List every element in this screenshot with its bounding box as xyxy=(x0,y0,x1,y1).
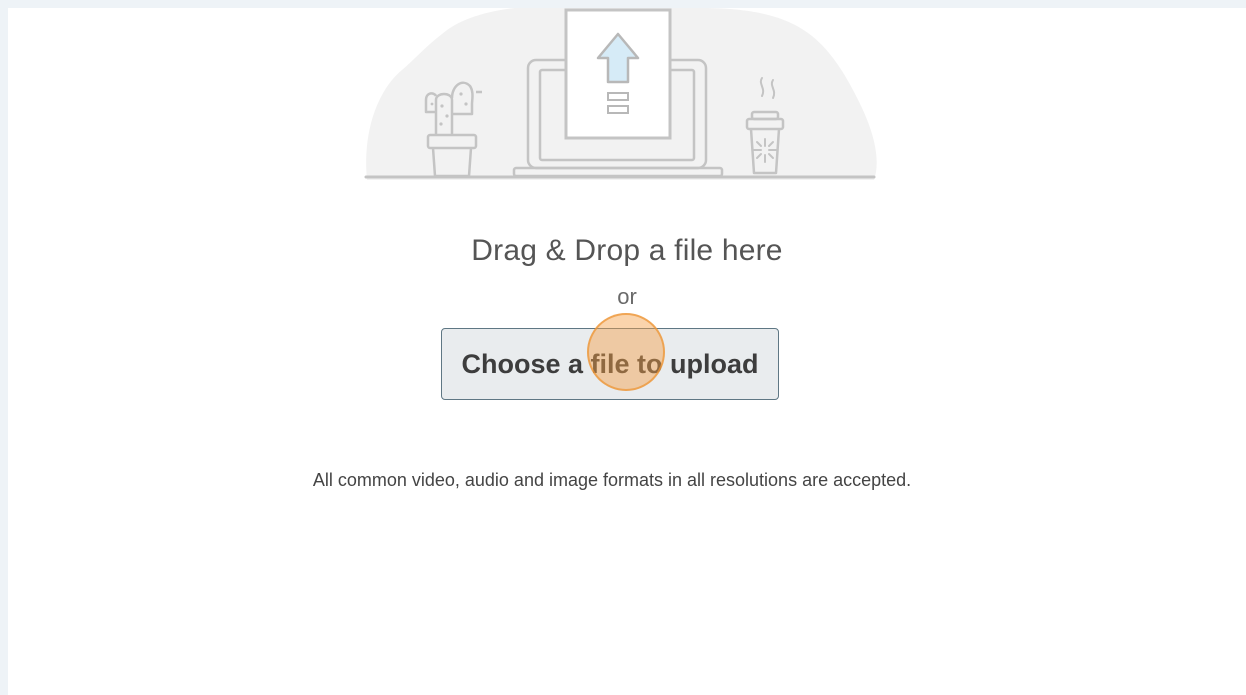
accepted-formats-note: All common video, audio and image format… xyxy=(312,470,912,490)
or-separator: or xyxy=(617,284,637,309)
choose-file-button[interactable]: Choose a file to upload xyxy=(441,328,779,400)
upload-illustration xyxy=(364,8,877,180)
drag-drop-heading: Drag & Drop a file here xyxy=(471,234,783,267)
upload-page: Drag & Drop a file here or Choose a file… xyxy=(8,8,1246,695)
